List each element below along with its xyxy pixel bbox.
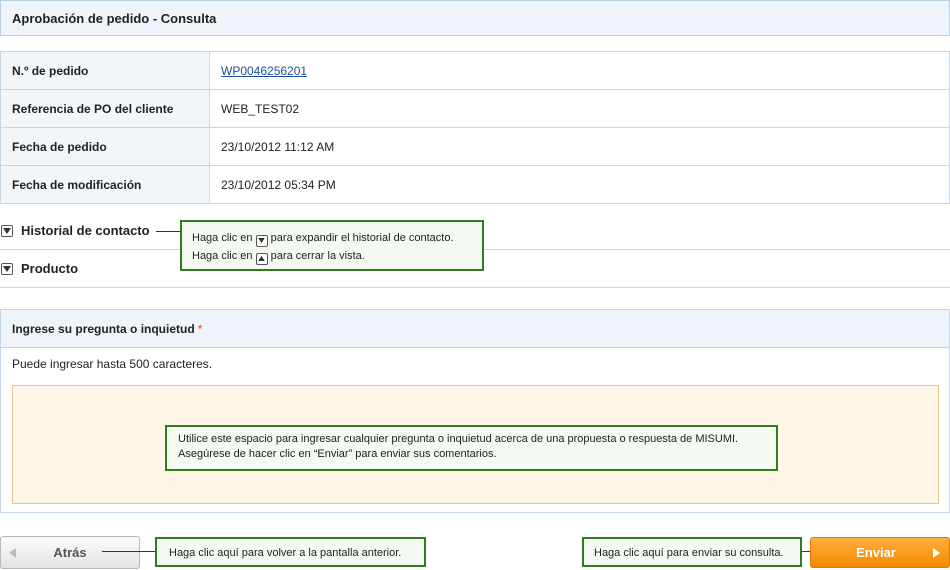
submit-callout: Haga clic aquí para enviar su consulta. xyxy=(582,537,802,567)
table-row: N.º de pedido WP0046256201 xyxy=(0,51,950,90)
table-row: Fecha de pedido 23/10/2012 11:12 AM xyxy=(0,127,950,166)
back-callout: Haga clic aquí para volver a la pantalla… xyxy=(155,537,426,567)
submit-button-label: Enviar xyxy=(856,545,896,560)
table-row: Referencia de PO del cliente WEB_TEST02 xyxy=(0,89,950,128)
inquiry-panel: Ingrese su pregunta o inquietud * Puede … xyxy=(0,309,950,513)
order-info-table: N.º de pedido WP0046256201 Referencia de… xyxy=(0,51,950,204)
back-button[interactable]: Atrás xyxy=(0,536,140,569)
triangle-down-icon[interactable] xyxy=(1,224,13,237)
callout-leader xyxy=(156,231,180,232)
page-header: Aprobación de pedido - Consulta xyxy=(0,0,950,36)
order-number-label: N.º de pedido xyxy=(0,51,210,90)
customer-po-label: Referencia de PO del cliente xyxy=(0,89,210,128)
triangle-down-icon[interactable] xyxy=(1,262,13,275)
inquiry-header: Ingrese su pregunta o inquietud * xyxy=(1,310,949,348)
triangle-up-icon xyxy=(255,252,268,265)
table-row: Fecha de modificación 23/10/2012 05:34 P… xyxy=(0,165,950,204)
order-date-label: Fecha de pedido xyxy=(0,127,210,166)
triangle-right-icon xyxy=(923,547,949,558)
triangle-left-icon xyxy=(1,547,23,558)
inquiry-label: Ingrese su pregunta o inquietud xyxy=(12,321,195,336)
order-number-link[interactable]: WP0046256201 xyxy=(221,64,307,78)
submit-button[interactable]: Enviar xyxy=(810,537,950,568)
textarea-callout: Utilice este espacio para ingresar cualq… xyxy=(165,425,778,471)
page-title: Aprobación de pedido - Consulta xyxy=(12,10,217,26)
callout-leader xyxy=(102,551,156,552)
triangle-down-icon xyxy=(255,234,268,247)
order-date-value: 23/10/2012 11:12 AM xyxy=(209,127,950,166)
modified-date-label: Fecha de modificación xyxy=(0,165,210,204)
customer-po-value: WEB_TEST02 xyxy=(209,89,950,128)
required-mark: * xyxy=(197,321,203,336)
contact-history-title: Historial de contacto xyxy=(21,223,150,238)
product-title: Producto xyxy=(21,261,79,276)
modified-date-value: 23/10/2012 05:34 PM xyxy=(209,165,950,204)
back-button-label: Atrás xyxy=(53,545,87,560)
char-limit-hint: Puede ingresar hasta 500 caracteres. xyxy=(12,357,213,371)
expand-callout: Haga clic en para expandir el historial … xyxy=(180,220,484,271)
